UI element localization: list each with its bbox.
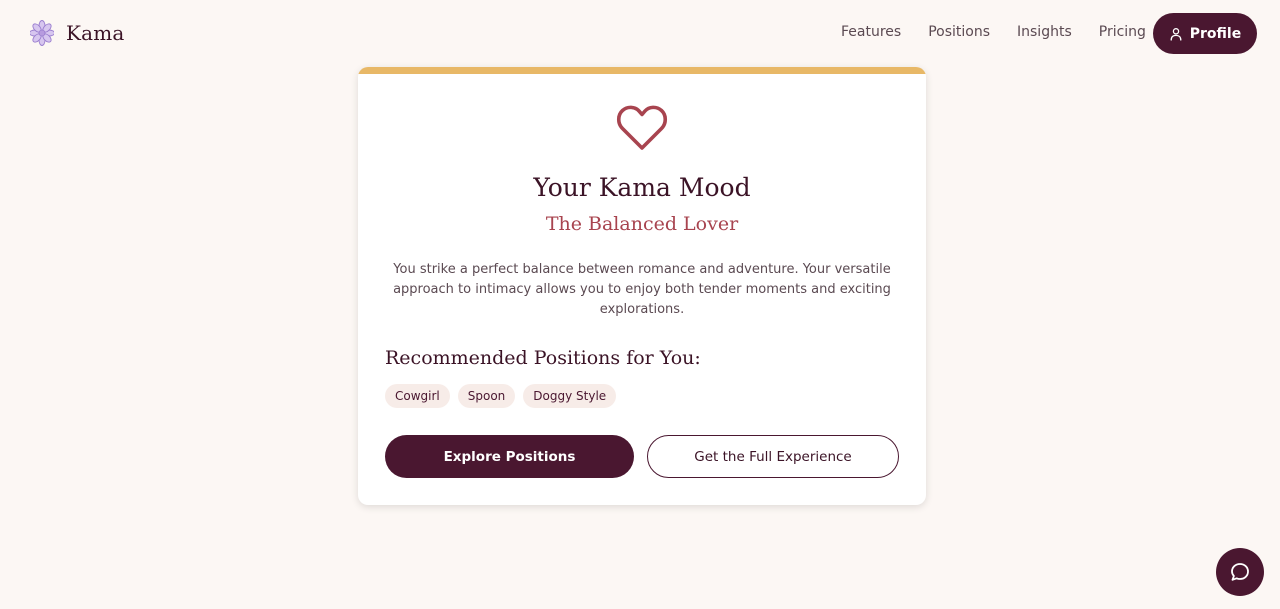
mood-description: You strike a perfect balance between rom… [393, 262, 891, 317]
position-tag-cowgirl: Cowgirl [385, 384, 450, 408]
card-accent-bar [358, 67, 926, 74]
chat-button[interactable] [1216, 548, 1264, 596]
position-tag-doggy-style: Doggy Style [523, 384, 617, 408]
nav-link-insights[interactable]: Insights [1017, 24, 1072, 40]
nav-links: Features Positions Insights Pricing [841, 24, 1146, 40]
nav-link-positions[interactable]: Positions [928, 24, 990, 40]
user-icon [1170, 27, 1182, 41]
brand[interactable]: Kama [30, 20, 125, 46]
chat-bubble-icon [1231, 563, 1249, 581]
position-tags: Cowgirl Spoon Doggy Style [385, 384, 617, 408]
profile-label: Profile [1189, 25, 1242, 42]
brand-name: Kama [66, 21, 125, 45]
explore-positions-button[interactable]: Explore Positions [385, 435, 634, 478]
full-experience-button[interactable]: Get the Full Experience [647, 435, 899, 478]
nav-link-features[interactable]: Features [841, 24, 901, 40]
position-tag-spoon: Spoon [457, 384, 516, 408]
nav-link-pricing[interactable]: Pricing [1099, 24, 1146, 40]
mood-type-subtitle: The Balanced Lover [545, 213, 739, 235]
top-navbar: Kama Features Positions Insights Pricing… [0, 0, 1280, 66]
mood-result-card: Your Kama Mood The Balanced Lover You st… [358, 67, 926, 505]
recommended-positions-heading: Recommended Positions for You: [385, 347, 701, 369]
profile-button[interactable]: Profile [1153, 13, 1257, 54]
heart-icon [616, 105, 668, 150]
mood-title: Your Kama Mood [533, 173, 751, 202]
lotus-flower-icon [30, 20, 54, 46]
